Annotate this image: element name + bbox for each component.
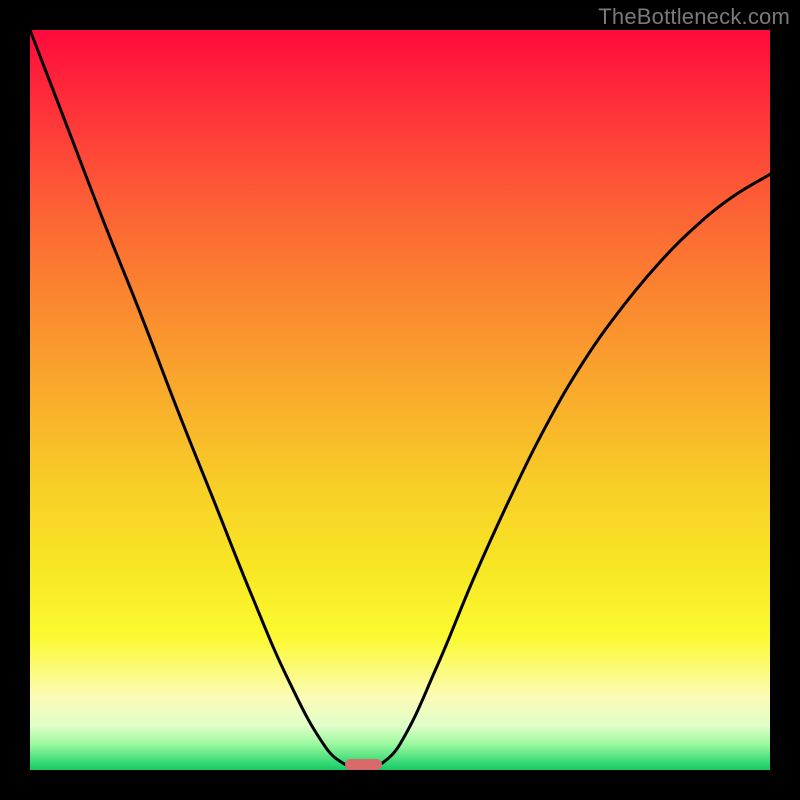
plot-area [30,30,770,770]
watermark-text: TheBottleneck.com [598,4,790,30]
chart-frame: TheBottleneck.com [0,0,800,800]
bottleneck-curve [30,30,770,770]
curve-svg [30,30,770,770]
minimum-marker [345,759,382,770]
